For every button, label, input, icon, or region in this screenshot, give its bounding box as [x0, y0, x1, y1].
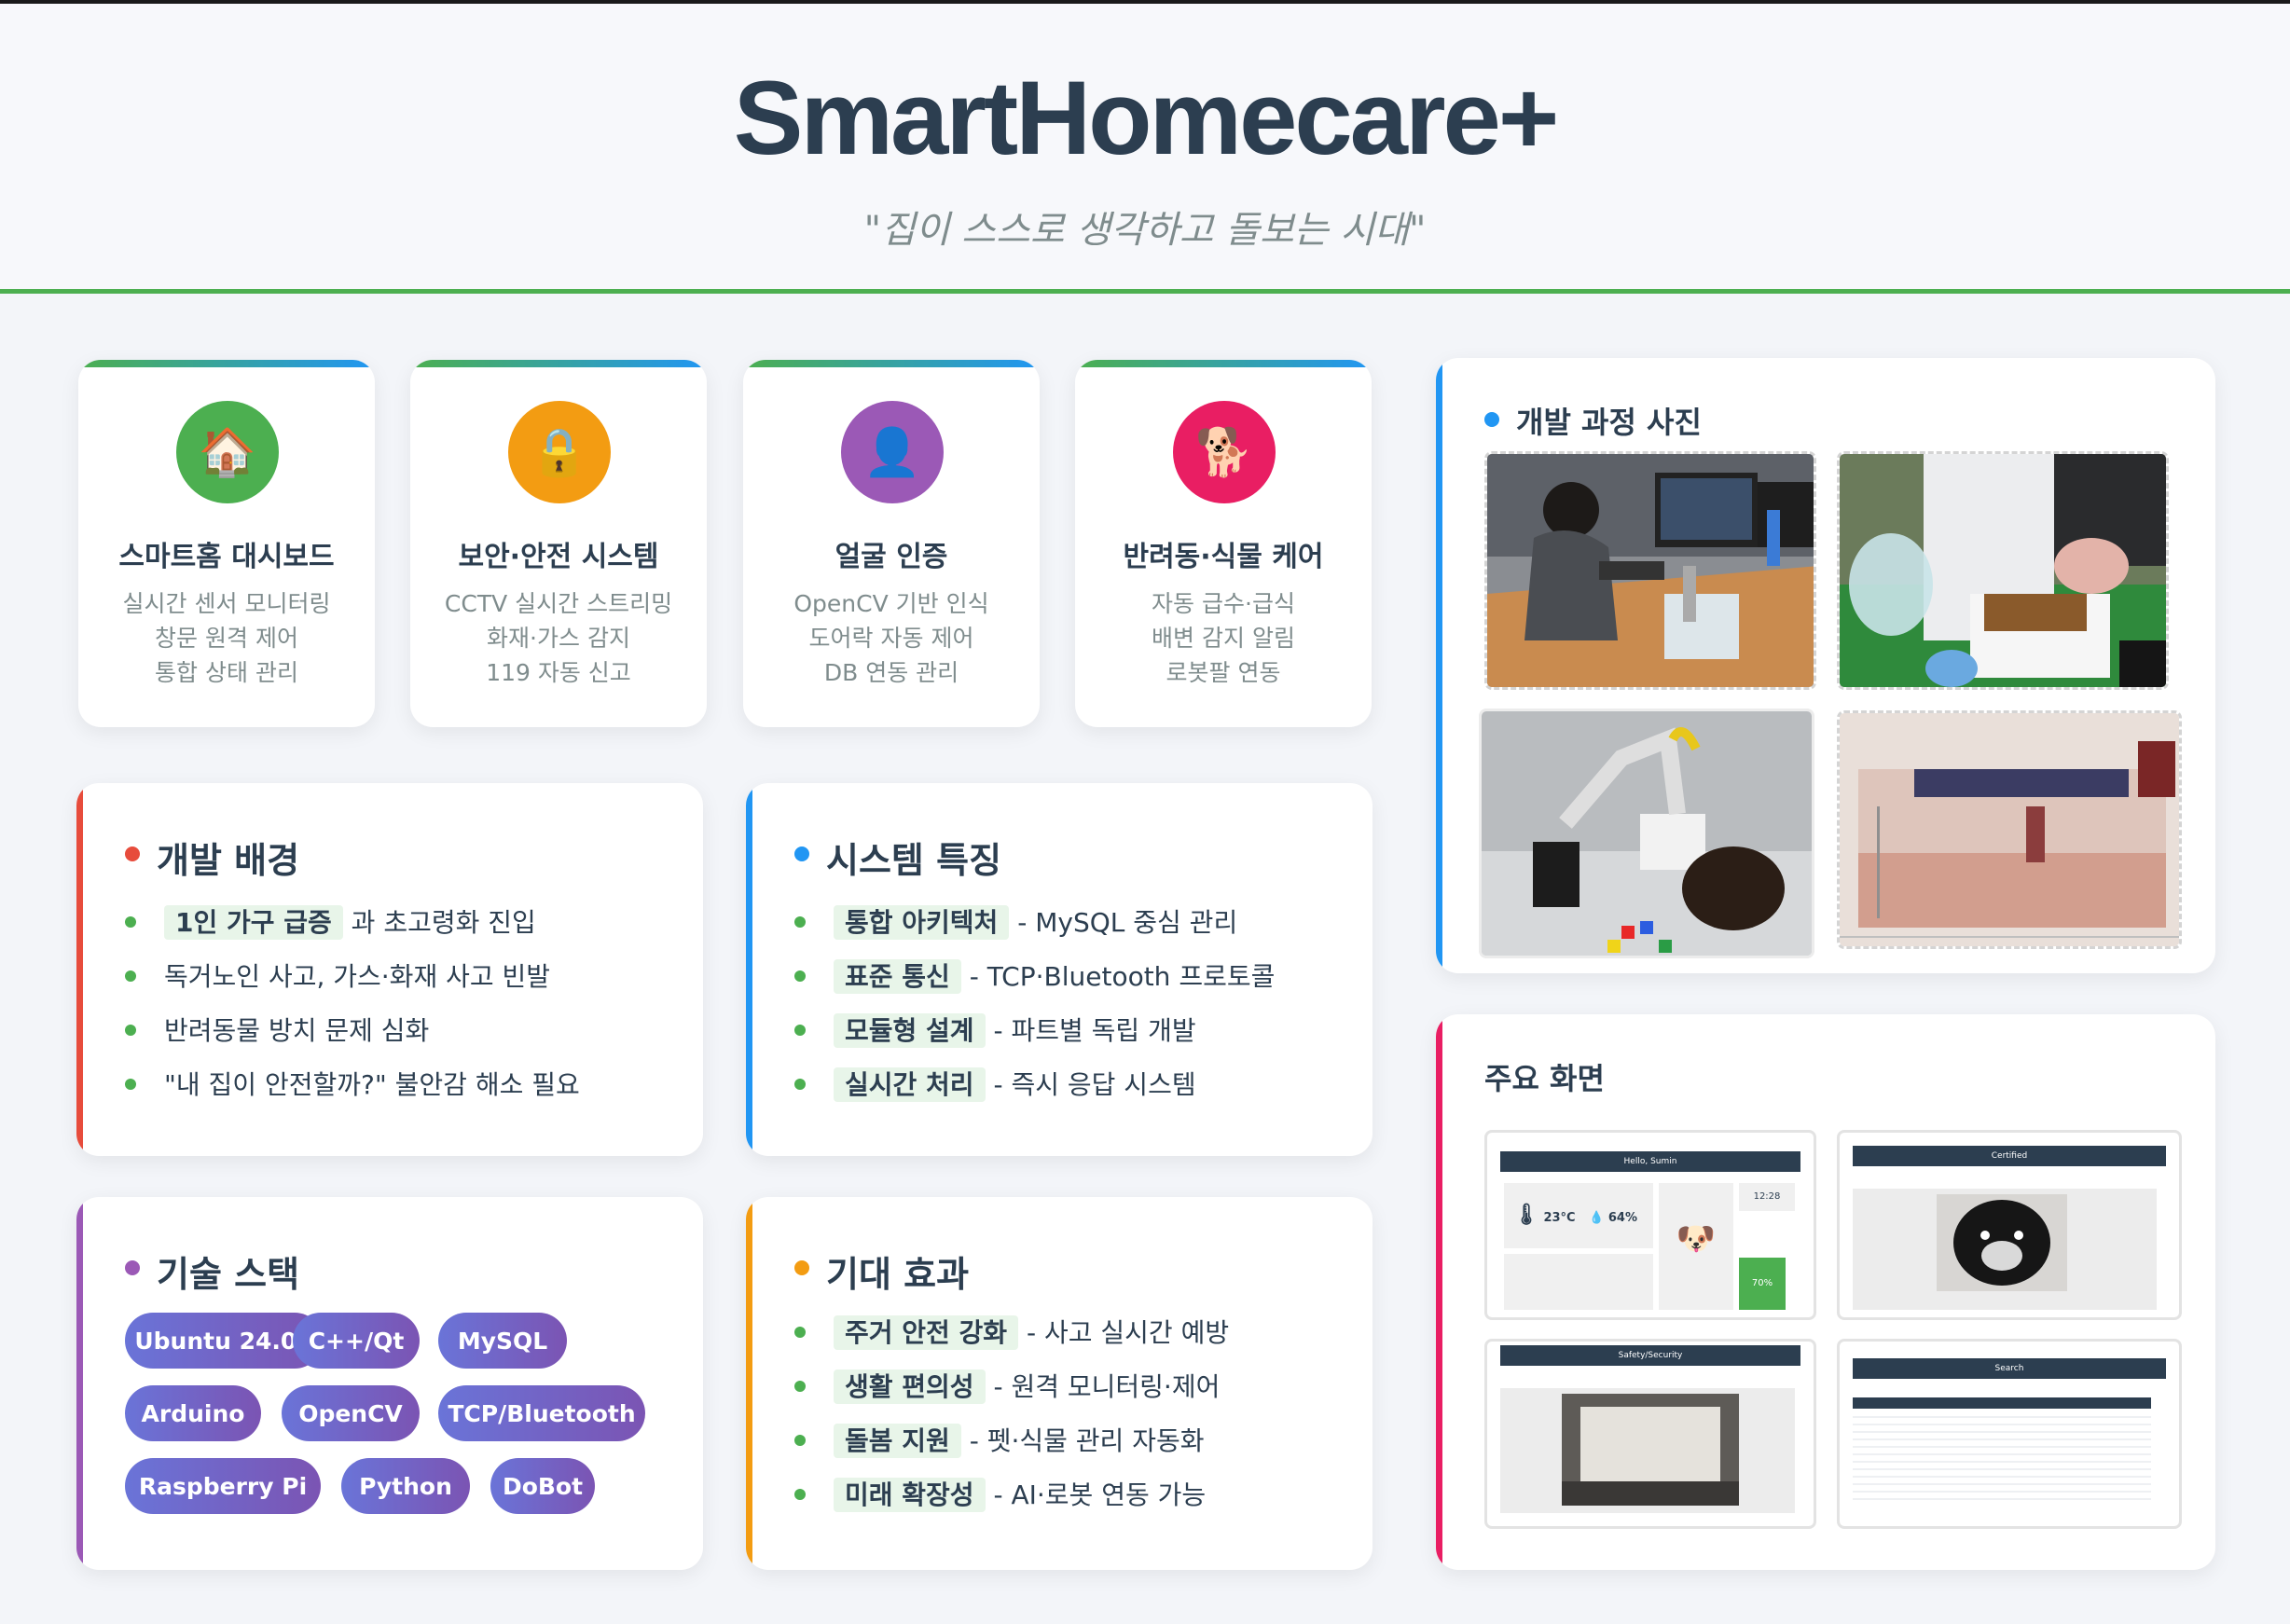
person-icon: 👤	[841, 401, 944, 503]
card-accent-bar	[746, 1197, 752, 1570]
card-top-bar	[743, 360, 1040, 367]
cctv-feed-image	[1562, 1394, 1739, 1506]
feature-line: 실시간 센서 모니터링	[122, 590, 331, 617]
dog-icon: 🐕	[1173, 401, 1276, 503]
feature-card: 🔒 보안·안전 시스템 CCTV 실시간 스트리밍화재·가스 감지 119 자동 신고	[410, 360, 707, 727]
screen-search: Search	[1837, 1339, 2182, 1529]
feature-line: 화재·가스 감지	[487, 625, 630, 652]
feature-line: 로봇팔 연동	[1166, 659, 1281, 686]
list-item: 모듈형 설계 - 파트별 독립 개발	[794, 1011, 1196, 1048]
tech-pill: C++/Qt	[293, 1313, 420, 1369]
section-title: 주요 화면	[1484, 1061, 1605, 1096]
dev-photo-robot-arm	[1479, 709, 1814, 958]
card-top-bar	[1075, 360, 1372, 367]
list-item: 표준 통신 - TCP·Bluetooth 프로토콜	[794, 957, 1275, 994]
dev-photo-desk	[1484, 451, 1816, 690]
screen-header: Safety/Security	[1500, 1345, 1800, 1366]
dev-photo-feeder	[1837, 451, 2169, 690]
techstack-card: 기술 스택 Ubuntu 24.04 C++/Qt MySQL Arduino Open…	[76, 1197, 703, 1570]
feature-line: DB 연동 관리	[823, 659, 959, 686]
humidity-value: 64%	[1607, 1211, 1637, 1225]
tech-pill: TCP/Bluetooth	[438, 1385, 645, 1441]
screen-security: Safety/Security	[1484, 1339, 1816, 1529]
screen-header: Hello, Sumin	[1500, 1151, 1800, 1172]
dev-photo-model-house	[1837, 710, 2182, 949]
tech-pill: Python	[341, 1458, 470, 1514]
search-results-table	[1853, 1411, 2151, 1504]
list-item: 독거노인 사고, 가스·화재 사고 빈발	[125, 957, 550, 994]
card-accent-bar	[76, 1197, 83, 1570]
screen-header: Certified	[1853, 1146, 2166, 1166]
feature-line: 배변 감지 알림	[1152, 625, 1295, 652]
page-header: SmartHomecare+ "집이 스스로 생각하고 돌보는 시대"	[0, 4, 2290, 291]
list-item: 실시간 처리 - 즉시 응답 시스템	[794, 1065, 1196, 1102]
card-accent-bar	[746, 783, 752, 1156]
card-accent-bar	[1436, 1014, 1442, 1570]
effects-card: 기대 효과 주거 안전 강화 - 사고 실시간 예방 생활 편의성 - 원격 모…	[746, 1197, 1373, 1570]
feature-title: 스마트홈 대시보드	[118, 541, 335, 573]
feature-card: 👤 얼굴 인증 OpenCV 기반 인식도어락 자동 제어 DB 연동 관리	[743, 360, 1040, 727]
section-title: 기대 효과	[826, 1254, 970, 1295]
screen-dashboard: Hello, Sumin 🌡 23°C 💧 64% 🐶 12:28 70%	[1484, 1130, 1816, 1320]
feature-card: 🏠 스마트홈 대시보드실시간 센서 모니터링창문 원격 제어통합 상태 관리	[78, 360, 375, 727]
section-title: 시스템 특징	[826, 840, 1002, 881]
temp-value: 23°C	[1543, 1211, 1576, 1225]
list-item: 주거 안전 강화 - 사고 실시간 예방	[794, 1313, 1229, 1350]
card-top-bar	[78, 360, 375, 367]
section-title: 기술 스택	[157, 1254, 300, 1295]
pet-icon: 🐶	[1659, 1183, 1733, 1310]
card-accent-bar	[1436, 358, 1442, 973]
screens-card: 주요 화면 Hello, Sumin 🌡 23°C 💧 64% 🐶 12:28 …	[1436, 1014, 2215, 1570]
list-item: 미래 확장성 - AI·로봇 연동 가능	[794, 1475, 1206, 1512]
card-top-bar	[410, 360, 707, 367]
tech-pill: Arduino	[125, 1385, 261, 1441]
system-card: 시스템 특징 통합 아키텍처 - MySQL 중심 관리 표준 통신 - TCP…	[746, 783, 1373, 1156]
tech-pill: OpenCV	[282, 1385, 420, 1441]
list-item: 통합 아키텍처 - MySQL 중심 관리	[794, 902, 1237, 940]
feature-line: 자동 급수·급식	[1152, 590, 1295, 617]
list-item: 반려동물 방치 문제 심화	[125, 1011, 429, 1048]
feature-line: 119 자동 신고	[486, 659, 631, 686]
section-title: 개발 배경	[157, 840, 300, 881]
tech-pill: Raspberry Pi	[125, 1458, 321, 1514]
photos-card: 개발 과정 사진	[1436, 358, 2215, 973]
feature-title: 반려동·식물 케어	[1123, 541, 1324, 573]
background-card: 개발 배경 1인 가구 급증 과 초고령화 진입 독거노인 사고, 가스·화재 …	[76, 783, 703, 1156]
feature-line: 창문 원격 제어	[155, 625, 298, 652]
feature-title: 보안·안전 시스템	[458, 541, 659, 573]
feature-line: CCTV 실시간 스트리밍	[444, 590, 673, 617]
house-icon: 🏠	[176, 401, 279, 503]
page-subtitle: "집이 스스로 생각하고 돌보는 시대"	[863, 209, 1427, 252]
list-item: 생활 편의성 - 원격 모니터링·제어	[794, 1367, 1220, 1404]
lock-icon: 🔒	[508, 401, 611, 503]
tech-pill: DoBot	[490, 1458, 595, 1514]
tech-pill: MySQL	[438, 1313, 567, 1369]
header-divider	[0, 289, 2290, 294]
list-item: 돌봄 지원 - 펫·식물 관리 자동화	[794, 1421, 1204, 1458]
card-accent-bar	[76, 783, 83, 1156]
screen-header: Search	[1853, 1358, 2166, 1379]
percent-value: 70%	[1739, 1258, 1786, 1310]
face-capture-image	[1937, 1194, 2067, 1291]
feature-line: 통합 상태 관리	[155, 659, 298, 686]
page-title: SmartHomecare+	[733, 60, 1560, 176]
list-item: 1인 가구 급증 과 초고령화 진입	[125, 902, 536, 940]
section-title: 개발 과정 사진	[1516, 405, 1702, 440]
droplet-icon: 💧	[1589, 1211, 1605, 1225]
screen-certified: Certified	[1837, 1130, 2182, 1320]
feature-line: 도어락 자동 제어	[808, 625, 974, 652]
list-item: "내 집이 안전할까?" 불안감 해소 필요	[125, 1065, 580, 1102]
feature-title: 얼굴 인증	[835, 541, 948, 573]
feature-line: OpenCV 기반 인식	[793, 590, 989, 617]
clock-value: 12:28	[1739, 1183, 1795, 1211]
thermometer-icon: 🌡	[1513, 1204, 1539, 1227]
feature-card: 🐕 반려동·식물 케어자동 급수·급식배변 감지 알림로봇팔 연동	[1075, 360, 1372, 727]
